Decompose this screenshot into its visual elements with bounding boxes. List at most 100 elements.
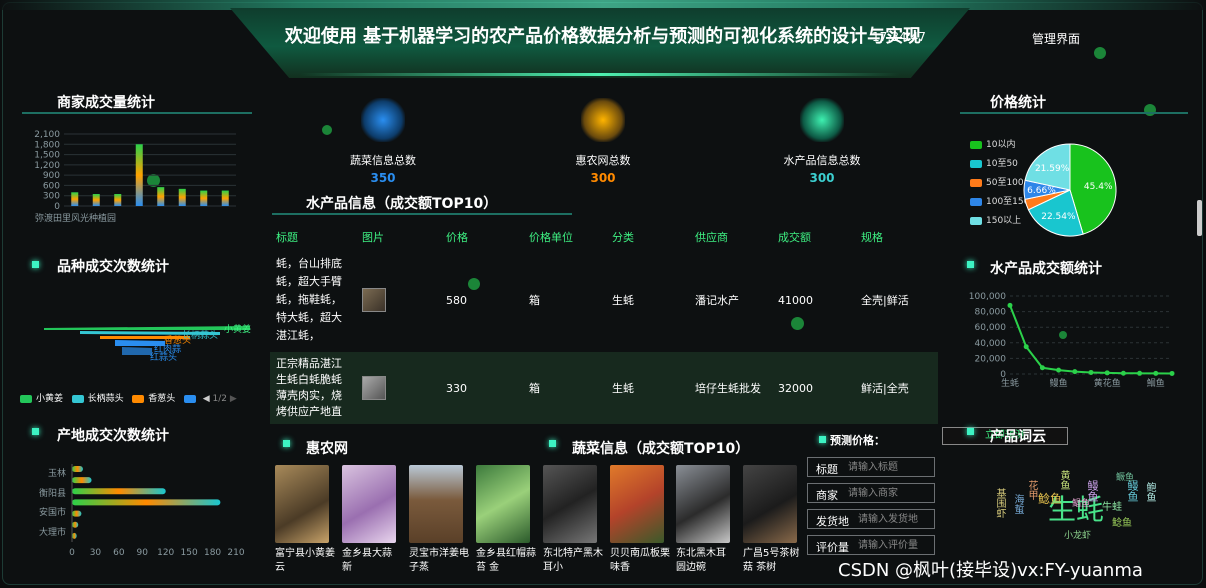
data-point	[1023, 344, 1029, 350]
cell-image	[356, 352, 440, 424]
clock: 17:34:47	[872, 30, 926, 44]
product-image[interactable]	[476, 465, 530, 543]
panel-marker	[967, 428, 974, 435]
watermark-text: CSDN @枫叶(接毕设)vx:FY-yuanma	[838, 560, 1143, 581]
y-tick-label: 100,000	[969, 292, 1006, 302]
farm-icon	[581, 98, 625, 142]
legend-item[interactable]: 长柄蒜头	[71, 394, 124, 404]
merchant-xlabel: 弥渡田里风光种植园	[35, 212, 116, 223]
aquatic-table: 标题 图片 价格 价格单位 分类 供应商 成交额 规格 蚝，台山排底蚝，超大手臂…	[270, 226, 938, 424]
column-header: 成交额	[778, 231, 811, 244]
y-tick-label: 80,000	[975, 308, 1007, 318]
legend-item[interactable]: 香葱头	[132, 394, 175, 404]
legend-prev-icon[interactable]: ◀	[203, 394, 210, 404]
x-tick-label: 210	[227, 548, 244, 558]
x-tick-label: 生蚝	[1001, 377, 1019, 389]
panel-marker	[32, 428, 39, 435]
merchant-bar	[114, 194, 122, 206]
product-name[interactable]: 东北黑木耳 圆边碗	[676, 547, 736, 575]
y-tick-label: 1,500	[34, 151, 60, 161]
y-tick-label: 300	[43, 192, 60, 202]
product-image[interactable]	[676, 465, 730, 543]
cell-price: 580	[446, 293, 467, 307]
cell-category: 生蚝	[612, 294, 634, 307]
variety-label: 红蒜头	[150, 351, 177, 362]
panel-marker	[283, 440, 290, 447]
vegetable-top-title: 蔬菜信息（成交额TOP10）	[572, 441, 750, 457]
huinong-title: 惠农网	[306, 441, 348, 457]
product-image[interactable]	[743, 465, 797, 543]
page-title: 欢迎使用 基于机器学习的农产品价格数据分析与预测的可视化系统的设计与实现	[284, 26, 922, 47]
predict-title: 预测价格：	[830, 434, 885, 447]
y-tick-label: 1,800	[34, 140, 60, 150]
origin-chart: 玉林衡阳县安国市大理市0 30 60 90 120 150 180 210	[39, 464, 245, 558]
product-name[interactable]: 灵宝市洋姜电子蒸	[409, 547, 469, 575]
table-row[interactable]: 蚝，台山排底蚝，超大手臂蚝，拖鞋蚝，特大蚝，超大湛江蚝， 580 箱 生蚝 潘记…	[270, 248, 938, 352]
product-name[interactable]: 贝贝南瓜板栗味香	[610, 547, 670, 575]
cell-category: 生蚝	[612, 382, 634, 395]
data-point	[1169, 370, 1175, 376]
stat-value: 350	[370, 171, 396, 185]
panel-marker	[32, 261, 39, 268]
data-point	[1088, 369, 1094, 375]
product-image[interactable]	[543, 465, 597, 543]
variety-chart: 小黄姜 长柄蒜头 香葱头 红肉蒜 红蒜头	[44, 323, 251, 362]
origin-input[interactable]	[858, 512, 934, 527]
reviews-input[interactable]	[858, 538, 934, 553]
product-image[interactable]	[409, 465, 463, 543]
word-cloud-word: 花甲	[1026, 480, 1037, 500]
origin-bar	[72, 532, 77, 539]
column-header: 图片	[362, 231, 384, 244]
pie-label: 45.4%	[1084, 182, 1113, 192]
product-name[interactable]: 广昌5号茶树菇 茶树	[743, 547, 803, 575]
reviews-field: 评价量	[807, 535, 935, 555]
column-header: 规格	[861, 231, 883, 244]
x-tick-label: 90	[137, 548, 149, 558]
merchant-bar	[178, 188, 186, 206]
product-name[interactable]: 东北特产黑木耳小	[543, 547, 603, 575]
origin-bar	[72, 477, 92, 484]
data-point	[1120, 370, 1126, 376]
aquatic-top-title: 水产品信息（成交额TOP10）	[306, 196, 498, 212]
floating-dot	[1094, 47, 1106, 59]
price-panel-title: 价格统计	[990, 95, 1046, 111]
table-row[interactable]: 正宗精品湛江生蚝白蚝脆蚝薄壳肉实，烧烤供应产地直 330 箱 生蚝 培仔生蚝批发…	[270, 352, 938, 424]
y-tick-label: 玉林	[48, 467, 66, 479]
column-header: 供应商	[695, 231, 728, 244]
merchant-chart: 2,1001,8001,5001,2009006003000 弥渡田里风光种植园	[34, 130, 236, 223]
pie-label: 6.66%	[1027, 186, 1056, 196]
word-cloud-word: 鲶鱼	[1112, 518, 1132, 529]
origin-bar	[72, 521, 79, 528]
origin-bar	[72, 488, 166, 495]
product-image[interactable]	[610, 465, 664, 543]
cell-image	[356, 248, 440, 352]
product-image[interactable]	[342, 465, 396, 543]
title-field: 标题	[807, 457, 935, 477]
cell-supplier: 潘记水产	[695, 294, 739, 307]
merchant-input[interactable]	[848, 486, 932, 501]
product-name[interactable]: 金乡县大蒜 新	[342, 547, 402, 575]
title-input[interactable]	[848, 460, 932, 475]
origin-bar	[72, 499, 221, 506]
legend-item[interactable]: 小黄姜	[20, 394, 63, 404]
word-cloud-word: 鲳鱼	[1072, 499, 1091, 509]
scrollbar[interactable]	[1197, 200, 1202, 236]
data-point	[1072, 369, 1078, 375]
y-tick-label: 1,200	[34, 161, 60, 171]
origin-panel-title: 产地成交次数统计	[57, 428, 169, 444]
variety-legend: 小黄姜 长柄蒜头 香葱头 ◀ 1/2 ▶	[20, 391, 237, 404]
data-point	[1007, 302, 1013, 308]
panel-marker	[819, 436, 826, 443]
merchant-bar	[92, 194, 100, 206]
table-header-row: 标题 图片 价格 价格单位 分类 供应商 成交额 规格	[270, 226, 938, 248]
variety-bar	[44, 326, 250, 330]
legend-next-icon[interactable]: ▶	[230, 394, 237, 404]
product-image[interactable]	[275, 465, 329, 543]
stat-value: 300	[590, 171, 616, 185]
admin-link[interactable]: 管理界面	[1032, 30, 1080, 47]
product-name[interactable]: 金乡县红帽蒜苔 金	[476, 547, 536, 575]
x-tick-label: 120	[157, 548, 174, 558]
product-name[interactable]: 富宁县小黄姜 云	[275, 547, 335, 575]
variety-panel-title: 品种成交次数统计	[57, 259, 169, 275]
word-cloud-word: 鳜鱼	[1116, 473, 1135, 483]
